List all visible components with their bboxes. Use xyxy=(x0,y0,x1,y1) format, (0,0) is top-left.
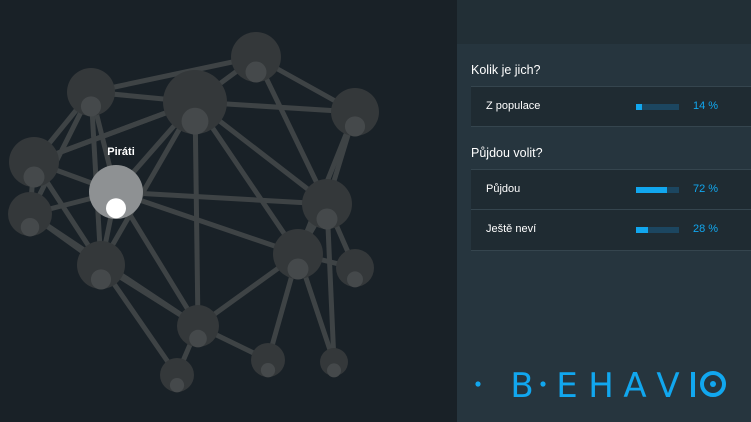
stat-bar-fill xyxy=(636,104,643,110)
stat-row: Z populace 14 % xyxy=(471,86,751,127)
graph-nodes xyxy=(8,32,379,393)
highlighted-node-label: Piráti xyxy=(107,146,135,158)
section-title-turnout: Půjdou volit? xyxy=(471,146,543,160)
graph-node[interactable] xyxy=(336,249,374,288)
graph-node[interactable] xyxy=(320,348,348,378)
graph-node[interactable] xyxy=(231,32,281,83)
stat-bar xyxy=(636,104,679,110)
svg-text:V: V xyxy=(656,366,679,406)
svg-text:A: A xyxy=(623,366,646,406)
stat-value: 28 % xyxy=(693,223,719,235)
highlighted-node[interactable] xyxy=(89,165,143,219)
panel-header-bar xyxy=(457,0,751,44)
svg-text:E: E xyxy=(556,366,577,406)
stat-row: Půjdou 72 % xyxy=(471,169,751,210)
stats-panel: Kolik je jich? Z populace 14 % Půjdou vo… xyxy=(457,0,751,422)
graph-node[interactable] xyxy=(160,358,194,393)
graph-node[interactable] xyxy=(77,241,125,290)
behavio-logo: B E H A V xyxy=(475,366,726,406)
section-title-population: Kolik je jich? xyxy=(471,63,541,77)
population-group: Z populace 14 % xyxy=(471,86,751,127)
stat-bar xyxy=(636,227,679,233)
stat-label: Ještě neví xyxy=(486,223,537,235)
network-graph: Piráti xyxy=(8,32,379,393)
stat-row: Ještě neví 28 % xyxy=(471,210,751,251)
graph-node[interactable] xyxy=(251,343,285,378)
turnout-group: Půjdou 72 % Ještě neví 28 % xyxy=(471,169,751,251)
graph-node[interactable] xyxy=(177,305,219,348)
stat-bar xyxy=(636,187,679,193)
graph-node[interactable] xyxy=(8,192,52,237)
graph-edge xyxy=(192,101,201,327)
stat-value: 72 % xyxy=(693,183,719,195)
graph-node[interactable] xyxy=(331,88,379,137)
stat-label: Půjdou xyxy=(486,183,521,195)
svg-text:H: H xyxy=(588,366,614,406)
graph-node[interactable] xyxy=(9,137,59,188)
stat-value: 14 % xyxy=(693,100,719,112)
stat-label: Z populace xyxy=(486,100,541,112)
stat-bar-fill xyxy=(636,227,649,233)
stat-bar-fill xyxy=(636,187,667,193)
svg-text:B: B xyxy=(510,366,533,406)
graph-node[interactable] xyxy=(273,229,323,280)
